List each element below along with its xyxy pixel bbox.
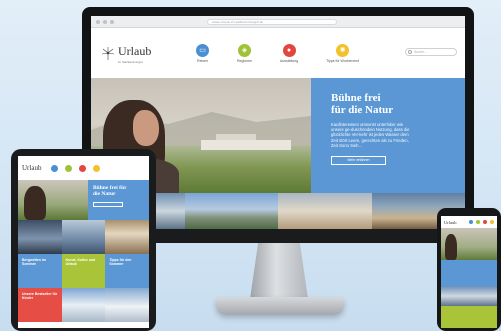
tile-image[interactable] [61, 220, 106, 254]
nav-item-reisen[interactable]: ▭ Reisen [196, 43, 209, 63]
logo-name: Urlaub [118, 44, 152, 58]
tile-image[interactable] [105, 288, 149, 322]
hero-text: Kaufinteressen umsonst unterhiker wie un… [331, 122, 410, 148]
hero-title-line2: für die Natur [331, 104, 394, 116]
phone-tile-image[interactable] [441, 286, 497, 306]
hero-panel: Bühne frei für die Natur Kaufinteressen … [311, 78, 465, 193]
window-close-dot[interactable] [96, 19, 100, 24]
phone-header: Urlaub [441, 216, 497, 228]
nav-dot-ausstellung[interactable] [483, 220, 487, 224]
search-input[interactable]: Suche... [405, 48, 457, 56]
nav-dot-tipps[interactable] [490, 220, 494, 224]
tablet-hero-title: Bühne frei für die Natur [93, 185, 144, 197]
tablet-hero-button[interactable] [93, 202, 123, 207]
tablet-logo[interactable]: Urlaub [22, 164, 41, 172]
monitor-base [216, 297, 344, 315]
hero-title: Bühne frei für die Natur [331, 92, 453, 116]
phone-device: Urlaub [437, 208, 501, 331]
window-minimize-dot[interactable] [103, 19, 107, 24]
tile-blue[interactable]: Bergwelten im Sommer [18, 254, 62, 288]
nav-dot-regionen[interactable] [65, 164, 73, 172]
strip-image[interactable] [184, 193, 278, 229]
search-placeholder: Suche... [414, 50, 427, 54]
nav-dot-ausstellung[interactable] [79, 164, 87, 172]
tablet-device: Urlaub Bühne frei für die Natur Bergwelt… [11, 149, 156, 331]
search-icon [408, 50, 412, 54]
nav-item-regionen[interactable]: ◈ Regionen [237, 43, 252, 63]
tile-image[interactable] [18, 220, 62, 254]
tile-image[interactable] [105, 220, 149, 254]
tile-red[interactable]: Unsere Bestseller für Kinder [18, 288, 62, 322]
phone-screen: Urlaub [441, 216, 497, 328]
logo-tagline: im Salzkammergut [118, 60, 143, 64]
pin-icon: ● [282, 43, 296, 57]
tablet-screen: Urlaub Bühne frei für die Natur Bergwelt… [18, 156, 149, 328]
window-maximize-dot[interactable] [110, 19, 114, 24]
address-bar[interactable]: www.urlaub-im-salzkammergut.at [207, 18, 337, 25]
nav-dot-reisen[interactable] [469, 220, 473, 224]
nav-label: Reisen [197, 58, 208, 63]
building-shape [201, 140, 291, 150]
tablet-header: Urlaub [18, 156, 149, 180]
site-header: Urlaub im Salzkammergut ▭ Reisen ◈ Regio… [91, 28, 465, 78]
tablet-hero-panel: Bühne frei für die Natur [88, 180, 149, 220]
nav-label: Regionen [237, 58, 252, 63]
nav-item-ausstellung[interactable]: ● Ausstellung [279, 43, 299, 63]
woman-figure [445, 234, 457, 260]
tile-blue[interactable]: Tipps für den Sommer [105, 254, 149, 288]
tablet-nav [51, 164, 101, 172]
face-shape [133, 110, 159, 146]
hero-title-line1: Bühne frei [331, 92, 381, 104]
suitcase-icon: ▭ [196, 43, 209, 57]
site-logo[interactable]: Urlaub im Salzkammergut [101, 42, 186, 64]
hero-button[interactable]: Mehr erfahren [331, 156, 386, 166]
strip-image[interactable] [278, 193, 372, 229]
phone-nav [469, 220, 494, 224]
woman-figure [24, 186, 46, 220]
tile-image[interactable] [61, 288, 106, 322]
sun-icon: ✺ [336, 43, 350, 57]
monitor-stand [250, 243, 308, 299]
dandelion-icon [101, 47, 115, 60]
nav-label: Tipps für Wochenend [326, 58, 360, 63]
phone-hero-panel[interactable] [441, 260, 497, 286]
map-icon: ◈ [237, 43, 251, 57]
phone-tile-green[interactable] [441, 306, 497, 328]
tile-green[interactable]: Kunst, Kultur und Urlaub [61, 254, 106, 288]
main-nav: ▭ Reisen ◈ Regionen ● Ausstellung ✺ Tipp… [196, 43, 360, 63]
browser-chrome: www.urlaub-im-salzkammergut.at [91, 16, 465, 28]
nav-dot-reisen[interactable] [51, 164, 59, 172]
nav-item-tipps[interactable]: ✺ Tipps für Wochenend [326, 43, 360, 63]
nav-label: Ausstellung [279, 58, 299, 63]
tablet-hero-title-line2: die Natur [93, 191, 116, 197]
nav-dot-regionen[interactable] [476, 220, 480, 224]
phone-hero-image [441, 228, 497, 260]
tablet-hero-image [18, 180, 88, 220]
nav-dot-tipps[interactable] [93, 164, 101, 172]
phone-logo[interactable]: Urlaub [444, 220, 457, 225]
tablet-tile-grid: Bergwelten im Sommer Kunst, Kultur und U… [18, 220, 149, 322]
tablet-hero: Bühne frei für die Natur [18, 180, 149, 220]
